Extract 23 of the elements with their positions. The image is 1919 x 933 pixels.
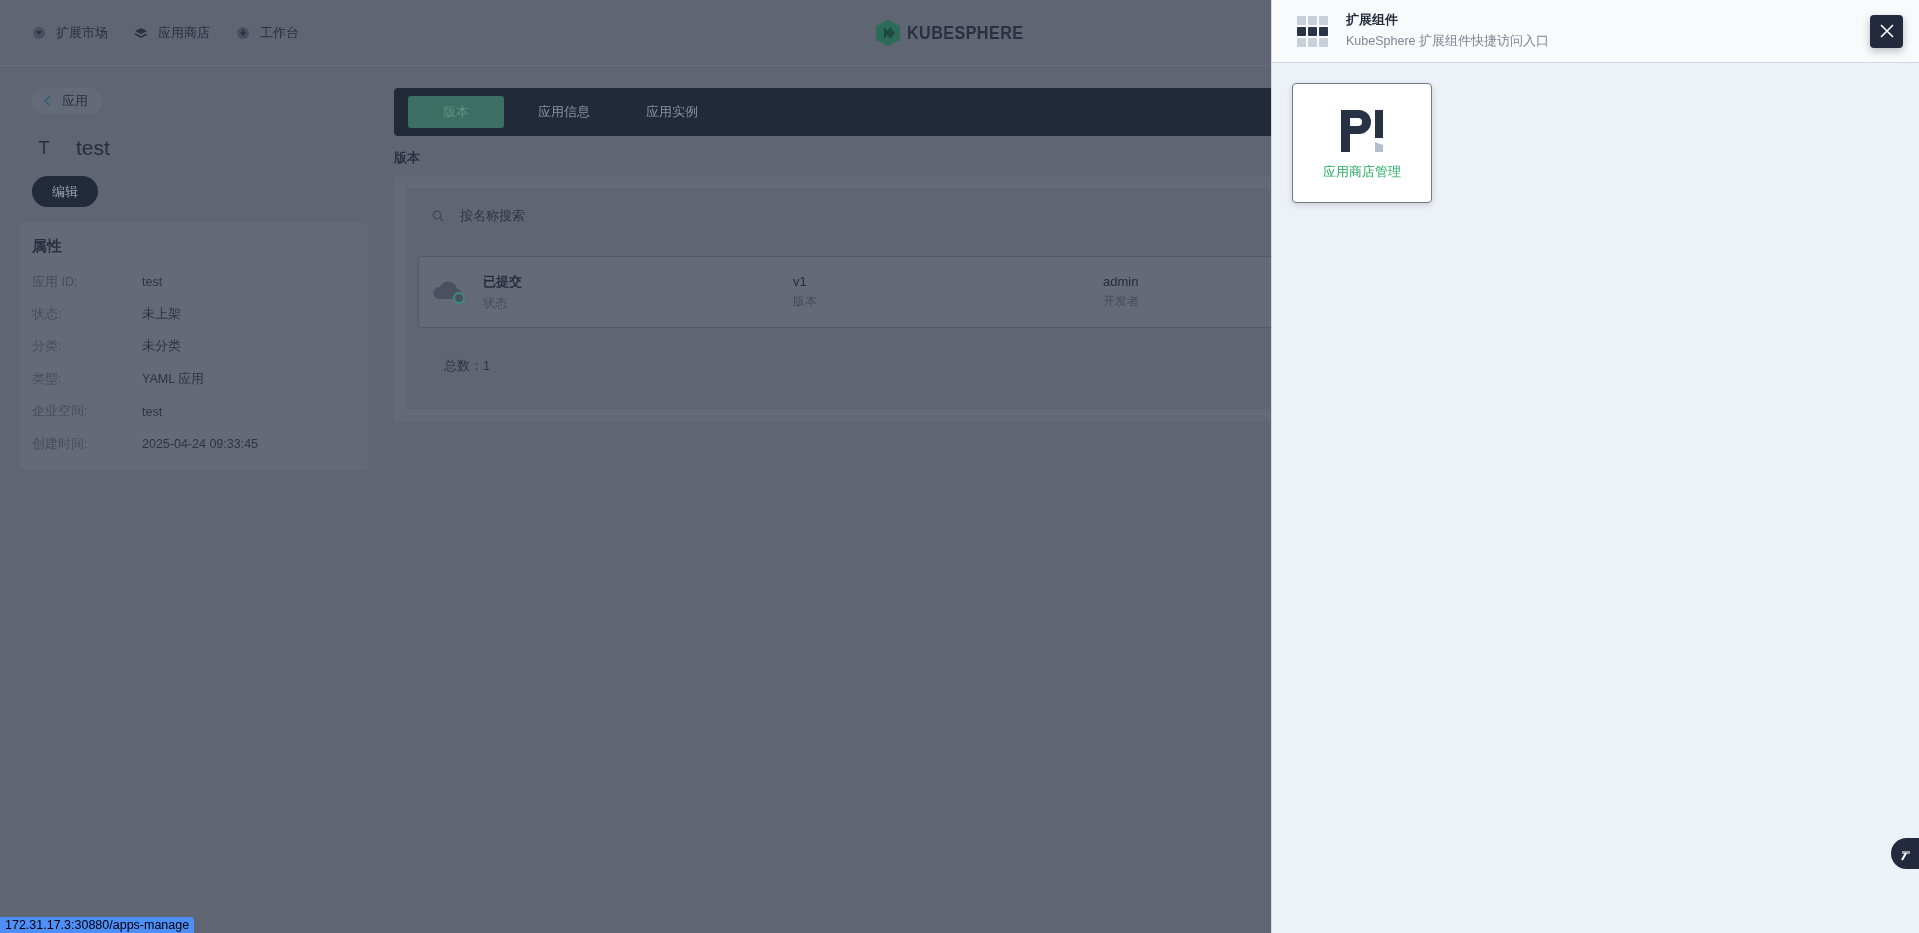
search-icon <box>432 210 444 222</box>
status-url: 172.31.17.3:30880/apps-manage <box>0 917 195 933</box>
layers-icon <box>134 25 148 40</box>
edit-button[interactable]: 编辑 <box>32 176 98 207</box>
back-link[interactable]: 应用 <box>32 88 102 114</box>
chevron-left-icon <box>44 95 52 107</box>
developer-name: admin <box>1103 274 1140 289</box>
drawer-title: 扩展组件 <box>1346 12 1399 29</box>
tab[interactable]: 应用实例 <box>624 96 720 128</box>
version-status: 已提交 <box>483 272 523 291</box>
logo-icon <box>875 18 901 47</box>
drawer-subtitle: KubeSphere 扩展组件快捷访问入口 <box>1346 33 1550 50</box>
tab[interactable]: 应用信息 <box>516 96 612 128</box>
extension-logo <box>1339 108 1385 154</box>
properties-title: 属性 <box>32 237 63 256</box>
download-icon <box>236 25 250 40</box>
badge-icon <box>32 25 46 40</box>
close-icon <box>1879 24 1894 38</box>
extension-card[interactable]: 应用商店管理 <box>1292 83 1432 203</box>
app-name: test <box>76 136 110 160</box>
grid-icon <box>1297 15 1328 47</box>
close-button[interactable] <box>1870 14 1903 48</box>
version-number: v1 <box>793 274 808 289</box>
